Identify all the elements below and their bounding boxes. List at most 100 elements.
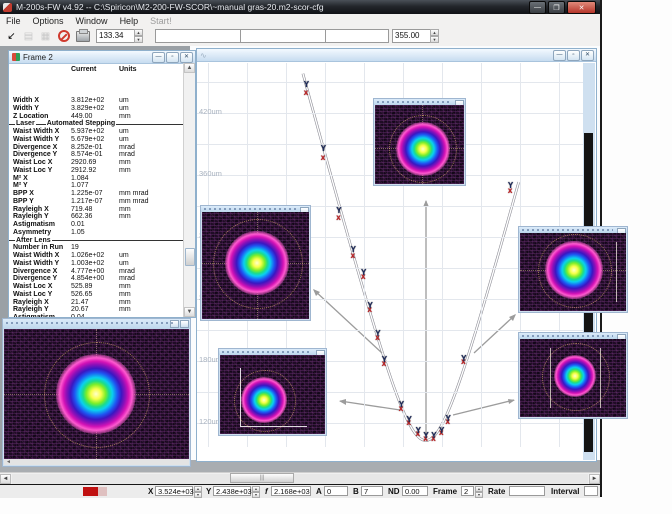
beam-image	[4, 329, 189, 459]
table-row: BPP X1.225e-07mm mrad	[9, 190, 184, 198]
maximize-button[interactable]: ❐	[548, 1, 565, 14]
frame-label: Frame	[433, 487, 457, 496]
cursor-x-spinner[interactable]: ▲▼	[194, 486, 202, 497]
stop-icon[interactable]	[56, 29, 71, 43]
table-row: Width Y3.829e+02um	[9, 105, 184, 113]
menu-help[interactable]: Help	[114, 16, 145, 26]
frame-panel-title: Frame 2	[23, 53, 53, 62]
beam-spot	[241, 377, 287, 423]
table-row: Waist Width Y5.679e+02um	[9, 136, 184, 144]
rate-value	[509, 486, 545, 496]
table-row: Number in Run19	[9, 244, 184, 252]
record-indicator	[83, 487, 98, 496]
data-point-y: Y	[304, 81, 309, 89]
beam-spot	[56, 354, 136, 434]
chart-restore-button[interactable]: ▫	[567, 50, 580, 61]
table-row: Waist Width X1.026e+02um	[9, 252, 184, 260]
menu-options[interactable]: Options	[27, 16, 70, 26]
table-row: Divergence X4.777e+00mrad	[9, 268, 184, 276]
rate-label: Rate	[488, 487, 505, 496]
data-point-x: x	[321, 154, 325, 162]
print-icon[interactable]	[75, 29, 90, 43]
beam-minimize-icon[interactable]	[170, 320, 179, 328]
frame-number-value: 2	[461, 486, 474, 496]
cursor-y-label: Y	[206, 487, 211, 496]
beam-spot	[554, 355, 596, 397]
f-label: f	[265, 487, 268, 496]
beam-image	[220, 355, 325, 434]
beam-hscrollbar[interactable]: ◄	[4, 459, 189, 465]
toolbar-field-1[interactable]	[155, 29, 241, 43]
beam-image	[520, 233, 626, 311]
data-point-y: Y	[336, 207, 341, 215]
grid-line	[197, 82, 584, 83]
chart-title-bar[interactable]: ∿ — ▫ ✕	[197, 49, 596, 62]
a-label: A	[316, 487, 322, 496]
cursor-y-spinner[interactable]: ▲▼	[252, 486, 260, 497]
gain-input[interactable]: 133.34	[96, 29, 136, 43]
y-tick-label: 360um	[199, 169, 222, 178]
table-row: Rayleigh X21.47mm	[9, 299, 184, 307]
table-row: Astigmatism0.04	[9, 314, 184, 317]
table-row: Asymmetry1.05	[9, 229, 184, 237]
toolbar-field-2[interactable]	[240, 29, 326, 43]
f-value: 2.168e+03	[271, 486, 311, 496]
data-point-y: Y	[508, 182, 513, 190]
data-point-x: x	[336, 214, 340, 222]
table-row: Astigmatism0.01	[9, 221, 184, 229]
table-header: CurrentUnits	[9, 66, 184, 75]
beam-window-title-bar[interactable]	[3, 319, 190, 329]
table-row: Divergence Y8.574e-01mrad	[9, 151, 184, 159]
a-value: 0	[324, 486, 348, 496]
b-label: B	[353, 487, 359, 496]
menu-start[interactable]: Start!	[144, 16, 178, 26]
chart-close-button[interactable]: ✕	[581, 50, 594, 61]
menu-window[interactable]: Window	[70, 16, 114, 26]
gain-spinner[interactable]: ▲▼	[134, 29, 143, 43]
menu-file[interactable]: File	[0, 16, 27, 26]
nd-value: 0.00	[402, 486, 428, 496]
data-point-y: Y	[368, 302, 373, 310]
capture-icon[interactable]: ▤	[21, 29, 36, 43]
table-section-separator: After Lens	[9, 237, 184, 245]
b-value: 7	[361, 486, 383, 496]
beam-window-top	[373, 98, 466, 186]
grid-line	[197, 330, 584, 331]
data-point-y: Y	[361, 269, 366, 277]
table-row: M² Y1.077	[9, 182, 184, 190]
wavelength-spinner[interactable]: ▲▼	[430, 29, 439, 43]
scroll-left-icon[interactable]: ◄	[0, 474, 11, 484]
scroll-down-icon[interactable]: ▼	[184, 307, 195, 317]
frame-close-button[interactable]: ✕	[180, 52, 193, 63]
frame-restore-button[interactable]: ▫	[166, 52, 179, 63]
table-row: Waist Loc Y2912.92mm	[9, 167, 184, 175]
window-title: M-200s-FW v4.92 -- C:\Spiricon\M2-200-FW…	[16, 2, 324, 12]
menu-bar: File Options Window Help Start!	[0, 14, 600, 28]
frame-minimize-button[interactable]: —	[152, 52, 165, 63]
toolbar-field-3[interactable]	[325, 29, 389, 43]
beam-window-main: ◄	[2, 318, 191, 467]
close-button[interactable]: ✕	[567, 1, 596, 14]
hscroll-thumb[interactable]: |||	[230, 473, 294, 483]
table-row: Waist Loc X525.89mm	[9, 283, 184, 291]
minimize-button[interactable]: —	[529, 1, 546, 14]
results-table: CurrentUnits Width X3.812e+02umWidth Y3.…	[9, 63, 184, 317]
cursor-y-value: 2.438e+03	[213, 486, 251, 496]
frame-scrollbar-thumb[interactable]	[185, 248, 195, 266]
table-row: BPP Y1.217e-07mm mrad	[9, 198, 184, 206]
data-point-x: x	[304, 89, 308, 97]
chart-minimize-button[interactable]: —	[553, 50, 566, 61]
beam-close-icon[interactable]	[180, 320, 189, 328]
data-point-y: Y	[382, 356, 387, 364]
analysis-icon[interactable]: ▦	[38, 29, 53, 43]
pointer-tool-icon[interactable]: ↙	[4, 29, 19, 43]
title-bar[interactable]: M-200s-FW v4.92 -- C:\Spiricon\M2-200-FW…	[0, 0, 600, 14]
wavelength-input[interactable]: 355.00	[392, 29, 432, 43]
scroll-right-icon[interactable]: ►	[589, 474, 600, 484]
frame-panel-scrollbar[interactable]: ▲ ▼	[183, 63, 195, 317]
data-point-y: Y	[399, 401, 404, 409]
table-row: Waist Width X5.937e+02um	[9, 128, 184, 136]
frame-spinner[interactable]: ▲▼	[475, 486, 483, 497]
table-row: Waist Loc X2920.69mm	[9, 159, 184, 167]
scroll-up-icon[interactable]: ▲	[184, 63, 195, 73]
